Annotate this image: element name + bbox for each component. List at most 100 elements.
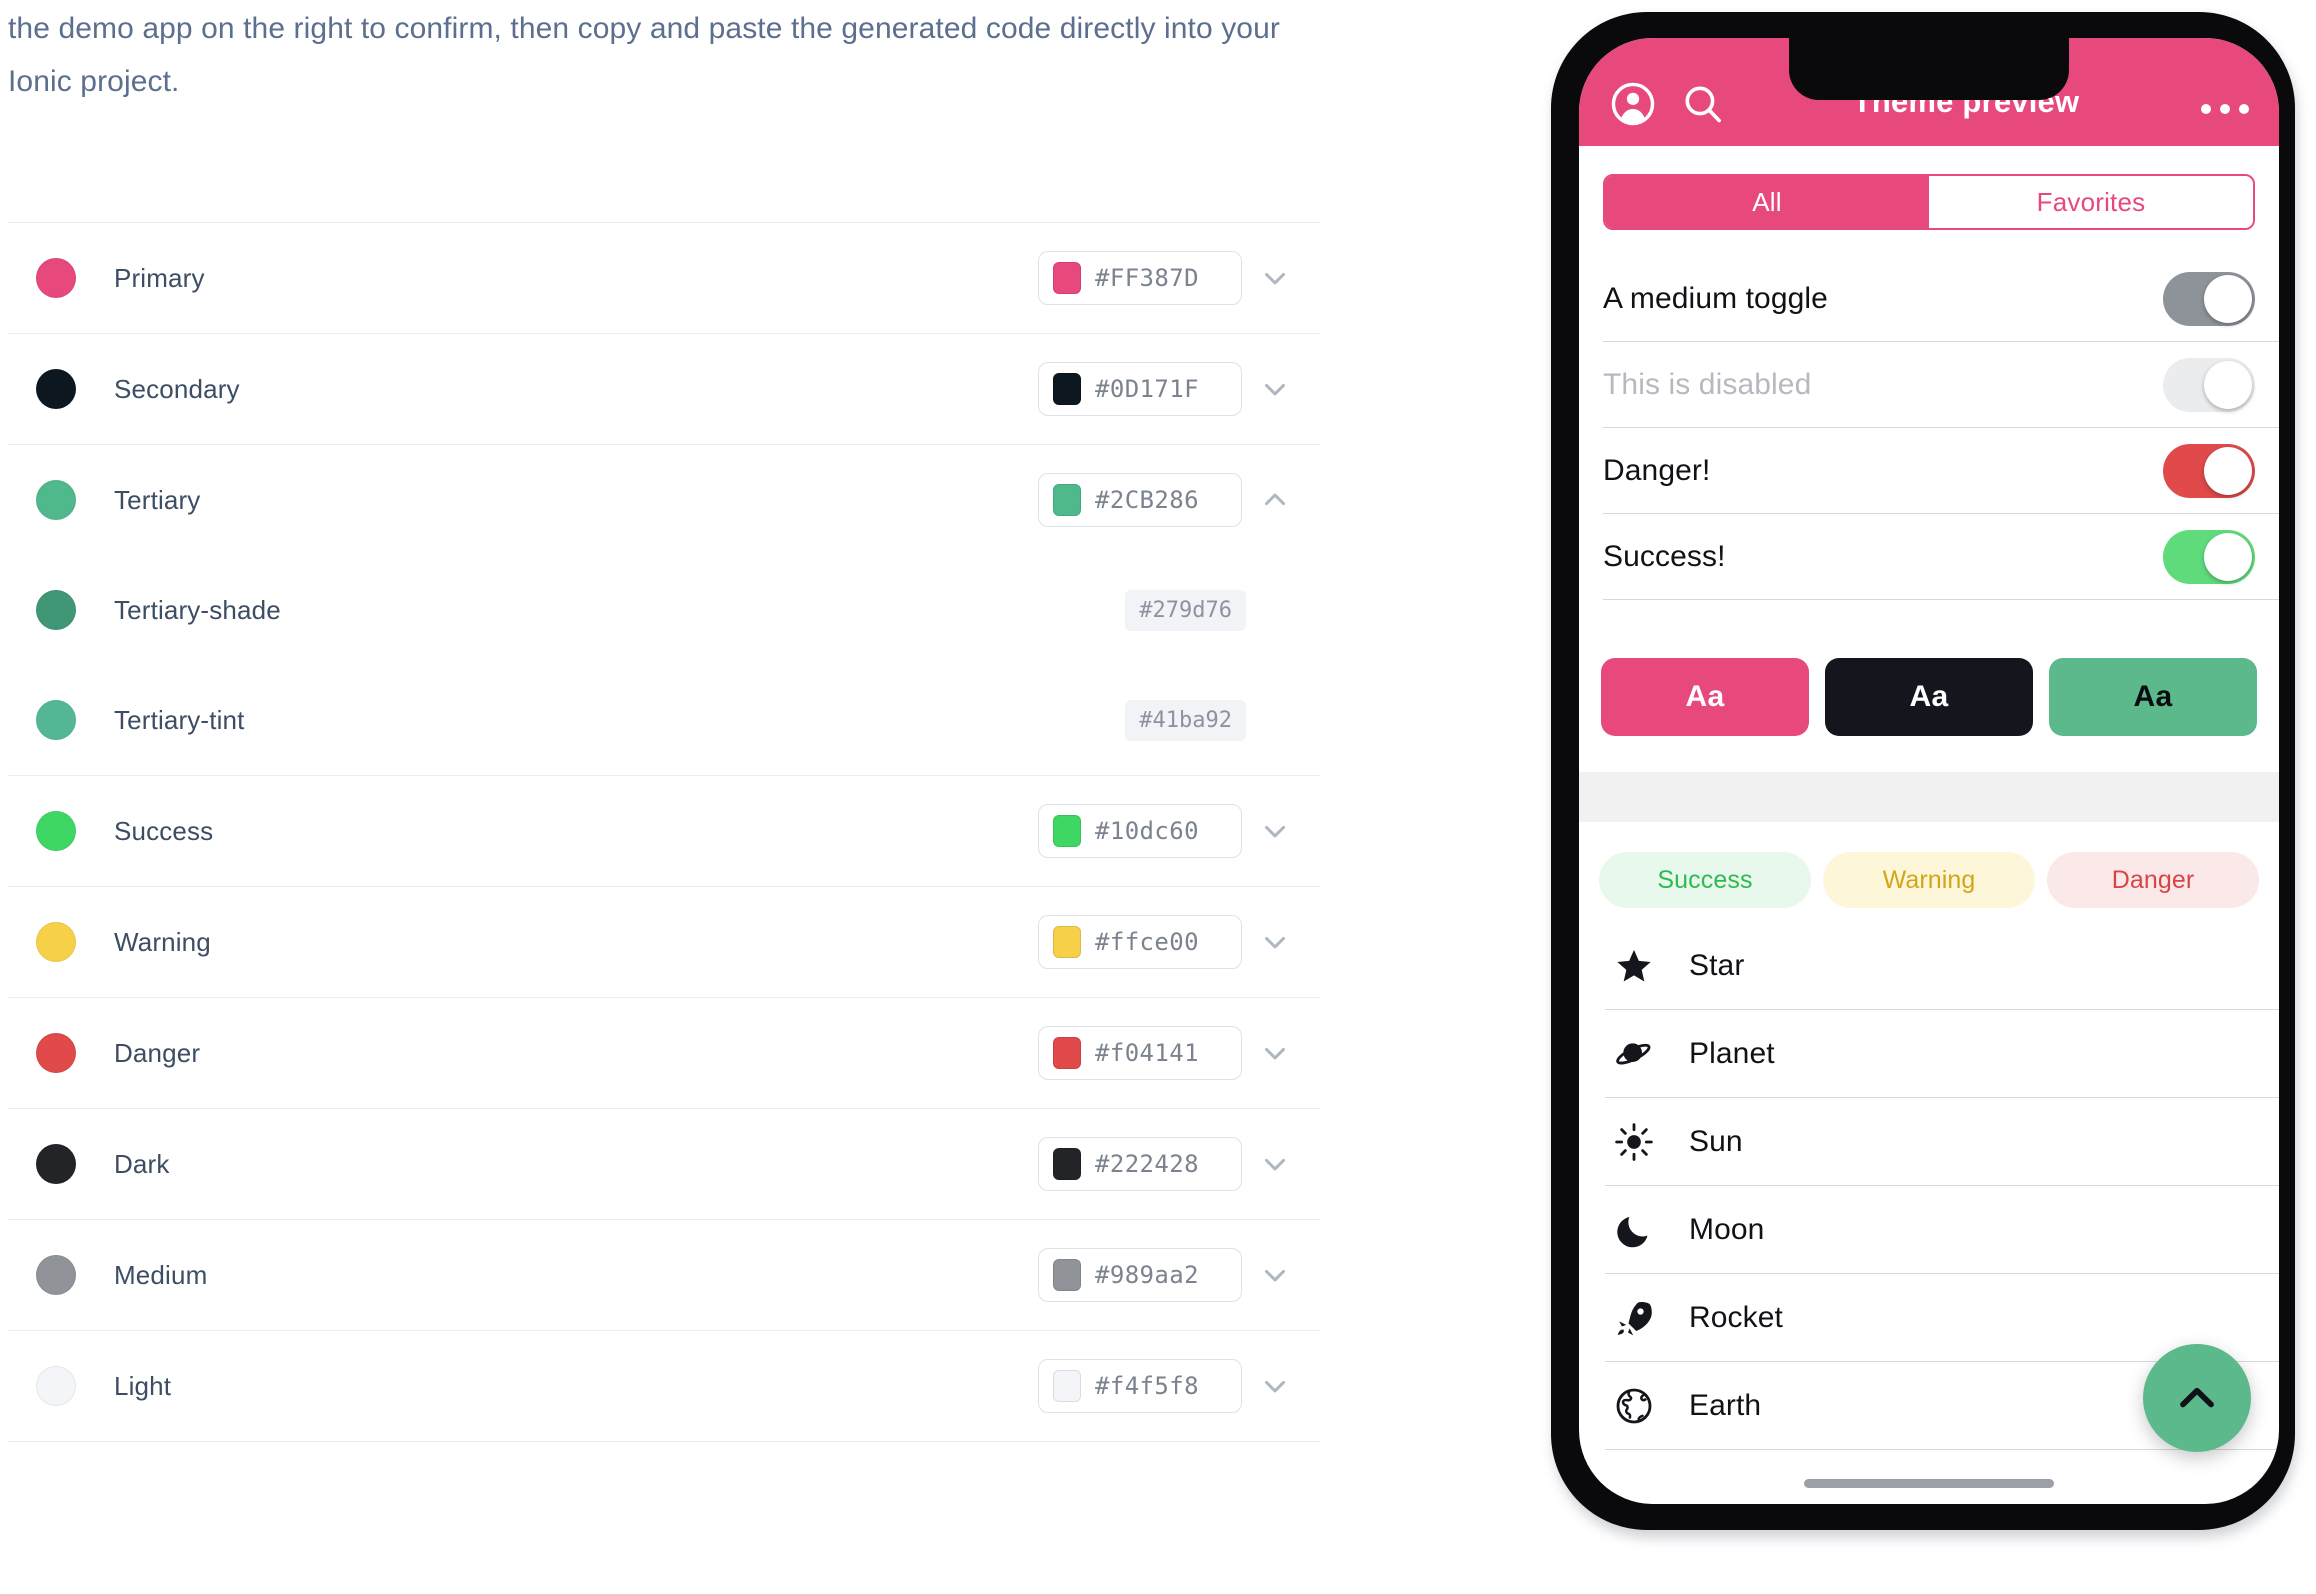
color-preview-square [1053,1370,1081,1402]
scroll-to-top-fab[interactable] [2143,1344,2251,1452]
color-row-light[interactable]: Light #f4f5f8 [8,1331,1320,1441]
hex-value-text: #10dc60 [1095,817,1199,845]
hex-value-chip[interactable]: #0D171F [1038,362,1242,416]
color-preview-square [1053,1259,1081,1291]
hex-value-chip[interactable]: #10dc60 [1038,804,1242,858]
color-row-success[interactable]: Success #10dc60 [8,776,1320,886]
toggle-row[interactable]: Danger! [1603,428,2279,514]
toggle-label: Danger! [1603,453,1711,487]
phone-preview: Theme preview All Favorites A medium togg… [1545,8,2305,1568]
chevron-down-icon[interactable] [1248,1036,1302,1070]
color-swatch-dot [36,369,76,409]
chevron-up-icon[interactable] [1248,483,1302,517]
toggle-switch[interactable] [2163,271,2255,326]
color-row-label: Light [114,1370,172,1401]
color-row-label: Tertiary-shade [114,594,281,625]
phone-frame: Theme preview All Favorites A medium togg… [1551,12,2295,1530]
color-row-tertiary[interactable]: Tertiary #2CB286 [8,445,1320,555]
toggle-row[interactable]: A medium toggle [1603,256,2279,342]
toggle-switch[interactable] [2163,529,2255,584]
chip-warning[interactable]: Warning [1823,852,2035,908]
color-row-tertiary-shade[interactable]: Tertiary-shade #279d76 [8,555,1320,665]
segment-button-favorites[interactable]: Favorites [1929,176,2253,228]
chevron-down-icon[interactable] [1248,925,1302,959]
hex-value-chip[interactable]: #ffce00 [1038,915,1242,969]
color-row-dark[interactable]: Dark #222428 [8,1109,1320,1219]
list-item-label: Rocket [1689,1300,1783,1334]
toggle-switch[interactable] [2163,443,2255,498]
hex-value-text: #2CB286 [1095,486,1199,514]
chevron-down-icon[interactable] [1248,1258,1302,1292]
color-swatch-dot [36,922,76,962]
hex-value-chip[interactable]: #989aa2 [1038,1248,1242,1302]
list-item[interactable]: Star [1605,922,2279,1010]
list-item-label: Star [1689,948,1745,982]
sun-icon [1605,1122,1663,1162]
chip-row: Success Warning Danger [1579,822,2279,922]
chevron-down-icon[interactable] [1248,261,1302,295]
hex-value-chip[interactable]: #f4f5f8 [1038,1359,1242,1413]
search-icon[interactable] [1675,76,1731,132]
color-preview-square [1053,262,1081,294]
sample-button-2[interactable]: Aa [1825,658,2033,736]
color-swatch-dot [36,811,76,851]
home-indicator [1804,1479,2054,1488]
rocket-icon [1605,1298,1663,1338]
chip-success[interactable]: Success [1599,852,1811,908]
row-divider [8,1441,1320,1442]
toggle-row[interactable]: Success! [1603,514,2279,600]
chip-danger[interactable]: Danger [2047,852,2259,908]
color-row-warning[interactable]: Warning #ffce00 [8,887,1320,997]
earth-icon [1605,1386,1663,1426]
color-row-medium[interactable]: Medium #989aa2 [8,1220,1320,1330]
star-icon [1605,946,1663,986]
hex-value-chip[interactable]: #222428 [1038,1137,1242,1191]
color-row-label: Success [114,815,214,846]
chevron-up-icon [2180,1387,2214,1408]
color-swatch-dot [36,700,76,740]
moon-icon [1605,1210,1663,1250]
color-row-tertiary-tint[interactable]: Tertiary-tint #41ba92 [8,665,1320,775]
color-swatch-dot [36,1366,76,1406]
button-row: Aa Aa Aa [1579,600,2279,772]
segment-control[interactable]: All Favorites [1603,174,2255,230]
color-row-label: Secondary [114,373,240,404]
theme-editor-panel: the demo app on the right to confirm, th… [0,0,1340,1594]
color-preview-square [1053,373,1081,405]
list-item[interactable]: Planet [1605,1010,2279,1098]
phone-screen: Theme preview All Favorites A medium togg… [1579,38,2279,1504]
chevron-down-icon[interactable] [1248,1369,1302,1403]
ellipsis-icon[interactable] [2201,104,2253,132]
color-row-label: Medium [114,1259,208,1290]
sample-button-3[interactable]: Aa [2049,658,2257,736]
hex-value-chip[interactable]: #2CB286 [1038,473,1242,527]
color-row-secondary[interactable]: Secondary #0D171F [8,334,1320,444]
color-swatch-dot [36,480,76,520]
list-item[interactable]: Moon [1605,1186,2279,1274]
color-swatch-dot [36,1144,76,1184]
color-row-label: Tertiary [114,484,201,515]
segment-button-all[interactable]: All [1605,176,1929,228]
chevron-down-icon[interactable] [1248,814,1302,848]
hex-value-chip[interactable]: #FF387D [1038,251,1242,305]
hex-value-text: #989aa2 [1095,1261,1199,1289]
color-swatch-dot [36,1255,76,1295]
color-row-label: Tertiary-tint [114,704,245,735]
section-divider-band [1579,772,2279,822]
sample-button-1[interactable]: Aa [1601,658,1809,736]
color-preview-square [1053,1148,1081,1180]
list-item[interactable]: Sun [1605,1098,2279,1186]
toggle-row[interactable]: This is disabled [1603,342,2279,428]
color-preview-square [1053,926,1081,958]
toggle-list: A medium toggle This is disabled Danger! Su… [1579,256,2279,600]
hex-value-chip[interactable]: #f04141 [1038,1026,1242,1080]
color-row-danger[interactable]: Danger #f04141 [8,998,1320,1108]
color-row-label: Primary [114,262,205,293]
toggle-label: Success! [1603,539,1726,573]
chevron-down-icon[interactable] [1248,372,1302,406]
person-icon[interactable] [1605,76,1661,132]
chevron-down-icon[interactable] [1248,1147,1302,1181]
color-variable-list: Primary #FF387D Secondary #0D171F Tertiary… [8,222,1320,1442]
color-swatch-dot [36,1033,76,1073]
color-row-primary[interactable]: Primary #FF387D [8,223,1320,333]
